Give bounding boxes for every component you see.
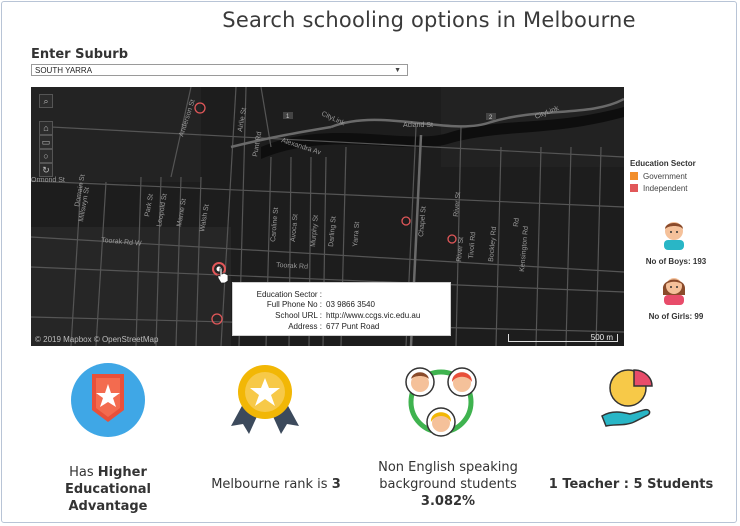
svg-text:Darling St: Darling St: [328, 216, 338, 247]
map-scale-bar: 500 m: [508, 334, 618, 342]
svg-text:Park St: Park St: [144, 193, 155, 217]
girls-count: No of Girls: 99: [648, 312, 704, 321]
tooltip-phone-label: Full Phone No :: [266, 300, 322, 309]
page-title: Search schooling options in Melbourne: [222, 8, 636, 32]
rect-select-icon[interactable]: ▭: [39, 135, 53, 149]
boy-icon: [664, 222, 684, 250]
legend-item-government[interactable]: Government: [630, 172, 687, 181]
svg-text:Airlie St: Airlie St: [237, 107, 248, 132]
svg-text:Ormond St: Ormond St: [31, 177, 65, 184]
advantage-pre: Has: [69, 465, 98, 480]
lasso-select-icon[interactable]: ↻: [39, 163, 53, 177]
tooltip-address-label: Address :: [288, 322, 322, 331]
svg-text:Avoca St: Avoca St: [290, 214, 299, 242]
shield-badge-icon: [71, 363, 145, 437]
svg-text:Yarra St: Yarra St: [352, 221, 361, 247]
advantage-text: Has Higher Educational Advantage: [40, 464, 176, 515]
suburb-dropdown-value: SOUTH YARRA: [35, 66, 93, 75]
svg-text:Murphy St: Murphy St: [310, 215, 320, 247]
svg-text:Rd: Rd: [513, 218, 521, 228]
hand-cursor-icon: [217, 267, 229, 284]
map-home-icon[interactable]: ⌂: [39, 121, 53, 135]
rank-value: 3: [331, 477, 341, 492]
svg-text:Leopold St: Leopold St: [156, 193, 169, 227]
svg-text:Acland St: Acland St: [403, 122, 433, 129]
svg-text:River St: River St: [453, 192, 462, 217]
legend-item-independent[interactable]: Independent: [630, 184, 688, 193]
advantage-bold-1: Higher: [97, 465, 147, 480]
tooltip-url-label: School URL :: [275, 311, 322, 320]
legend-label-independent: Independent: [643, 184, 688, 193]
radial-select-icon[interactable]: ○: [39, 149, 53, 163]
school-tooltip: Education Sector : Full Phone No : 03 98…: [232, 282, 451, 336]
tooltip-address-value: 677 Punt Road: [326, 322, 380, 331]
rank-pre: Melbourne rank is: [211, 477, 332, 492]
map-search-icon[interactable]: ⌕: [39, 94, 53, 108]
legend-swatch-government: [630, 172, 638, 180]
girl-icon: [662, 278, 686, 305]
group-people-icon: [405, 367, 477, 437]
legend-title: Education Sector: [630, 159, 696, 168]
suburb-dropdown[interactable]: SOUTH YARRA ▼: [31, 64, 408, 76]
svg-text:Tivoli Rd: Tivoli Rd: [468, 232, 477, 260]
svg-text:Caroline St: Caroline St: [270, 207, 280, 242]
map-copyright: © 2019 Mapbox © OpenStreetMap: [35, 335, 159, 344]
nesb-text: Non English speaking background students…: [366, 459, 530, 510]
nesb-value: 3.082%: [420, 494, 476, 509]
nesb-line-2: background students: [379, 477, 517, 492]
legend-label-government: Government: [643, 172, 688, 181]
chevron-down-icon[interactable]: ▼: [394, 65, 401, 77]
boys-count: No of Boys: 193: [645, 257, 707, 266]
svg-text:Marne St: Marne St: [176, 198, 188, 227]
ratio-value: 1 Teacher : 5 Students: [548, 477, 714, 492]
advantage-bold-2: Educational: [64, 482, 151, 497]
suburb-filter-label: Enter Suburb: [31, 47, 128, 62]
svg-text:Kensington Rd: Kensington Rd: [519, 226, 530, 272]
advantage-bold-3: Advantage: [68, 499, 148, 514]
tooltip-phone-row: Full Phone No : 03 9866 3540: [233, 299, 450, 310]
tooltip-url-value: http://www.ccgs.vic.edu.au: [326, 311, 421, 320]
svg-text:River St: River St: [456, 237, 465, 262]
svg-text:Chapel St: Chapel St: [418, 206, 428, 237]
rank-text: Melbourne rank is 3: [196, 476, 356, 493]
svg-text:Bockley Rd: Bockley Rd: [488, 226, 498, 262]
legend-swatch-independent: [630, 184, 638, 192]
ratio-text: 1 Teacher : 5 Students: [544, 476, 718, 493]
tooltip-url-row: School URL : http://www.ccgs.vic.edu.au: [233, 310, 450, 321]
nesb-line-1: Non English speaking: [378, 460, 518, 475]
medal-icon: [231, 365, 299, 434]
pie-chart-hand-icon: [601, 369, 653, 427]
tooltip-address-row: Address : 677 Punt Road: [233, 321, 450, 332]
tooltip-phone-value: 03 9866 3540: [326, 300, 375, 309]
svg-text:Toorak Rd: Toorak Rd: [276, 262, 308, 271]
